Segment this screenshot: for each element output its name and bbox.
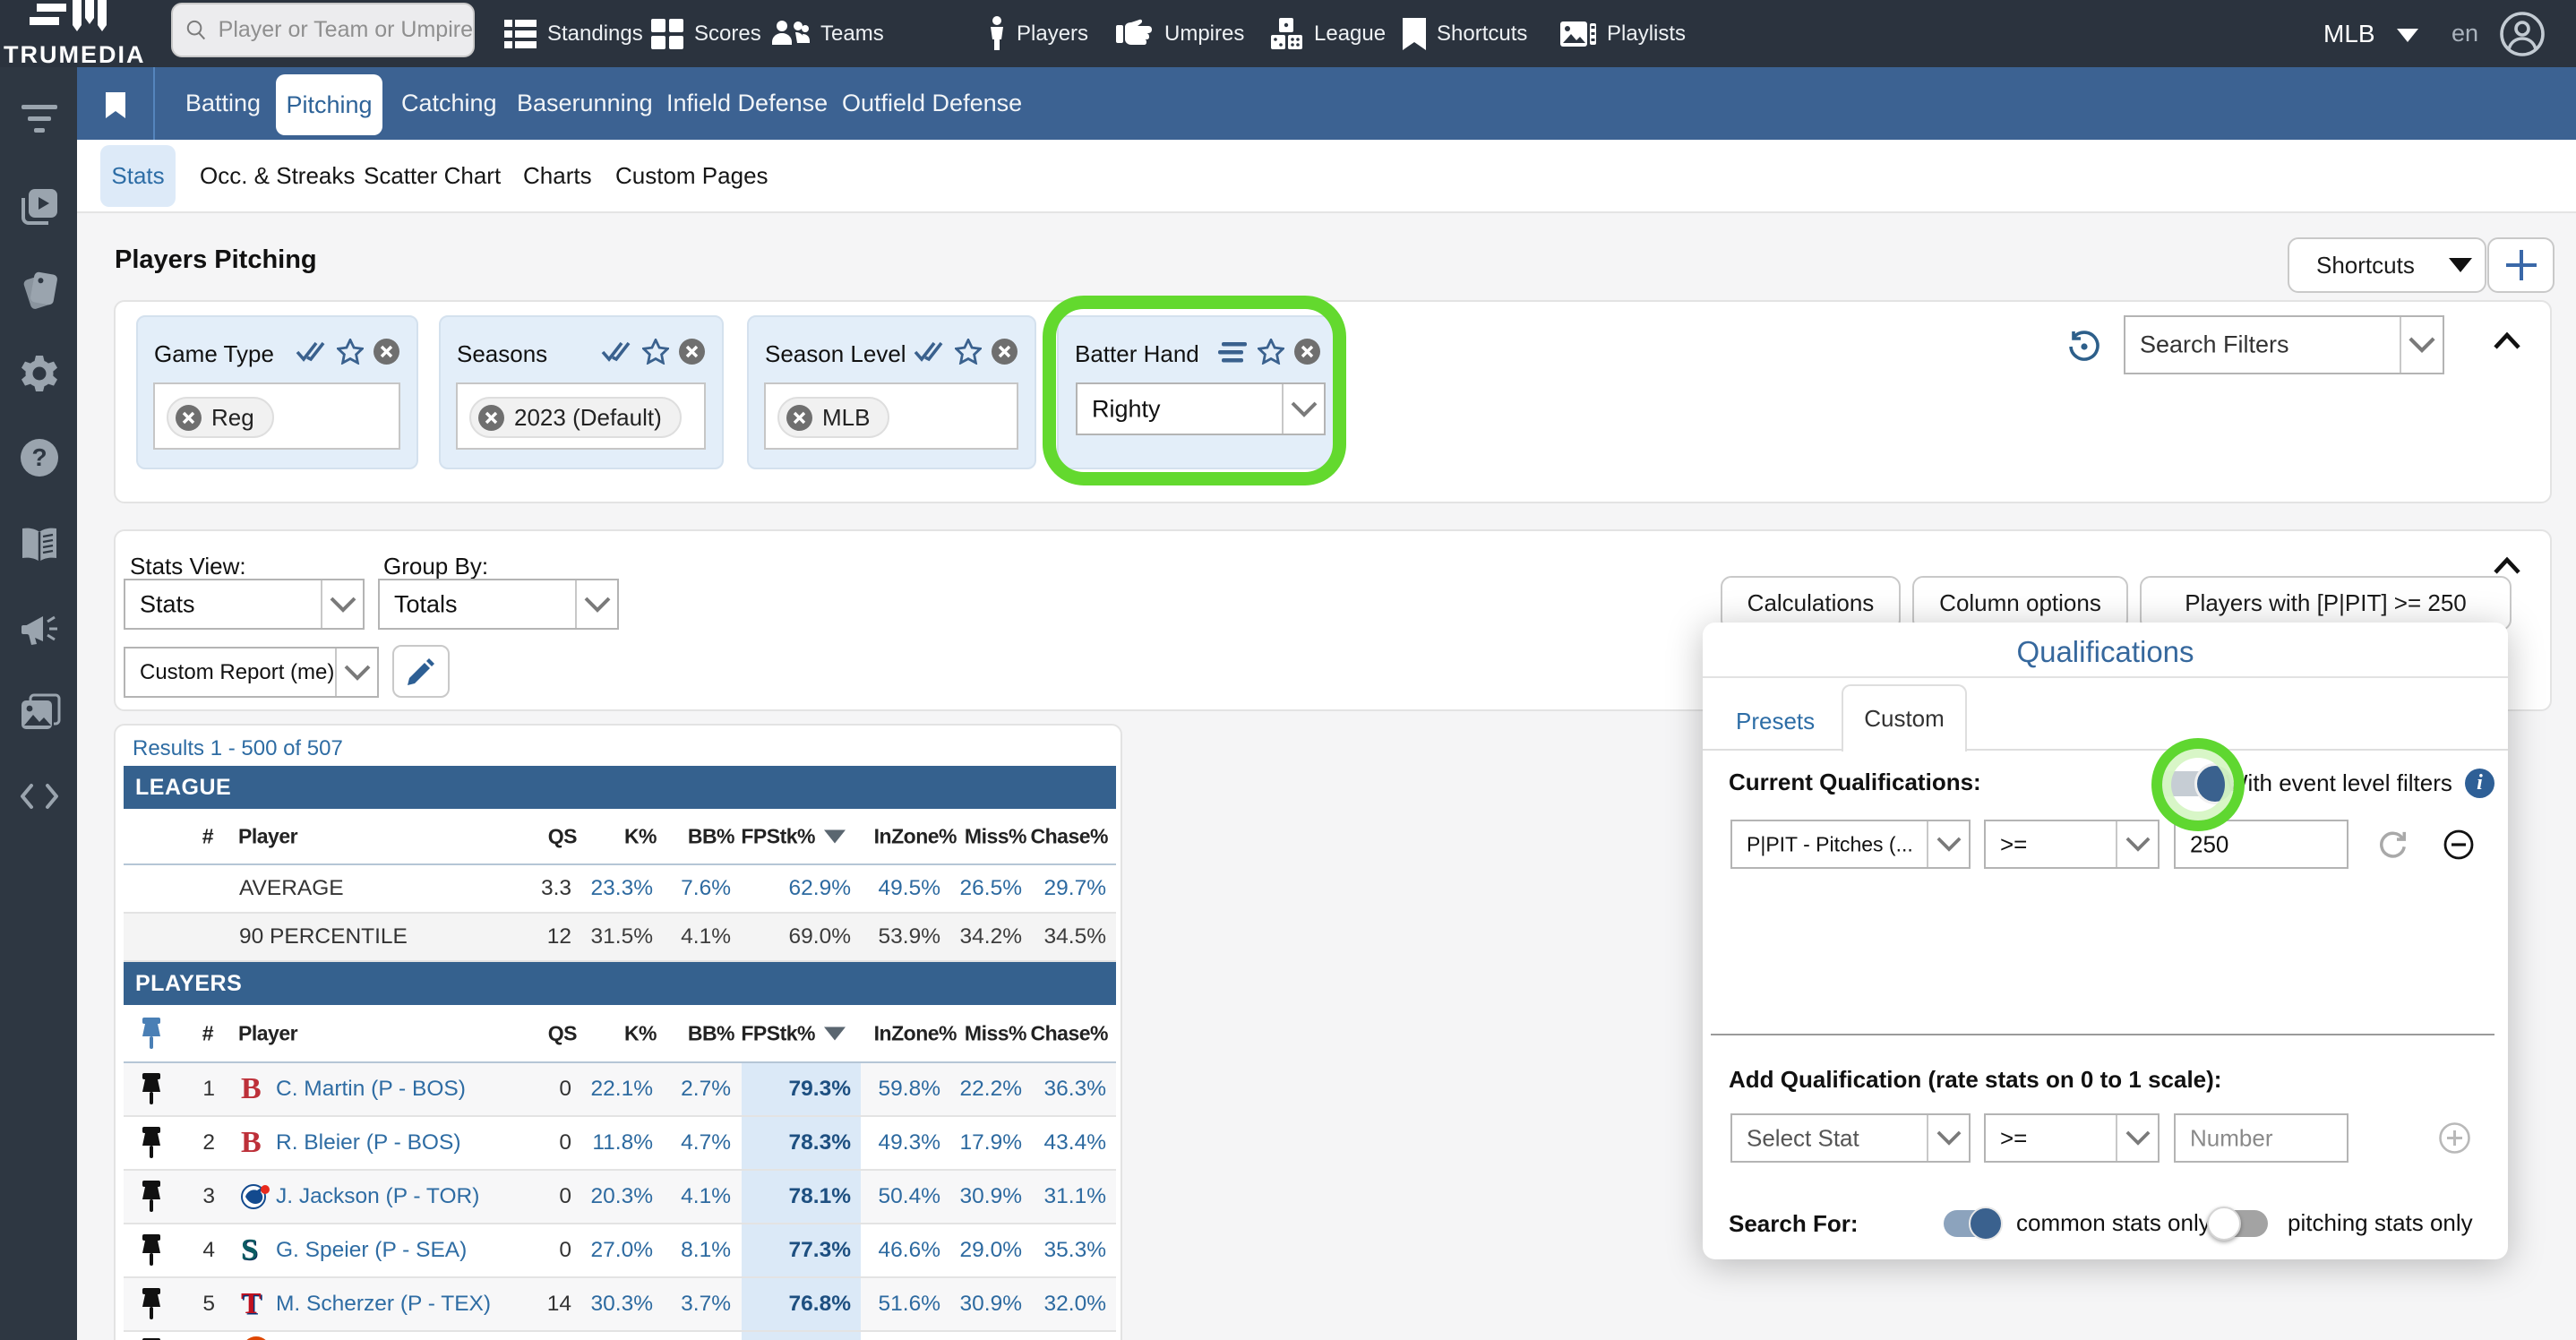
svg-text:?: ? [31,443,47,471]
